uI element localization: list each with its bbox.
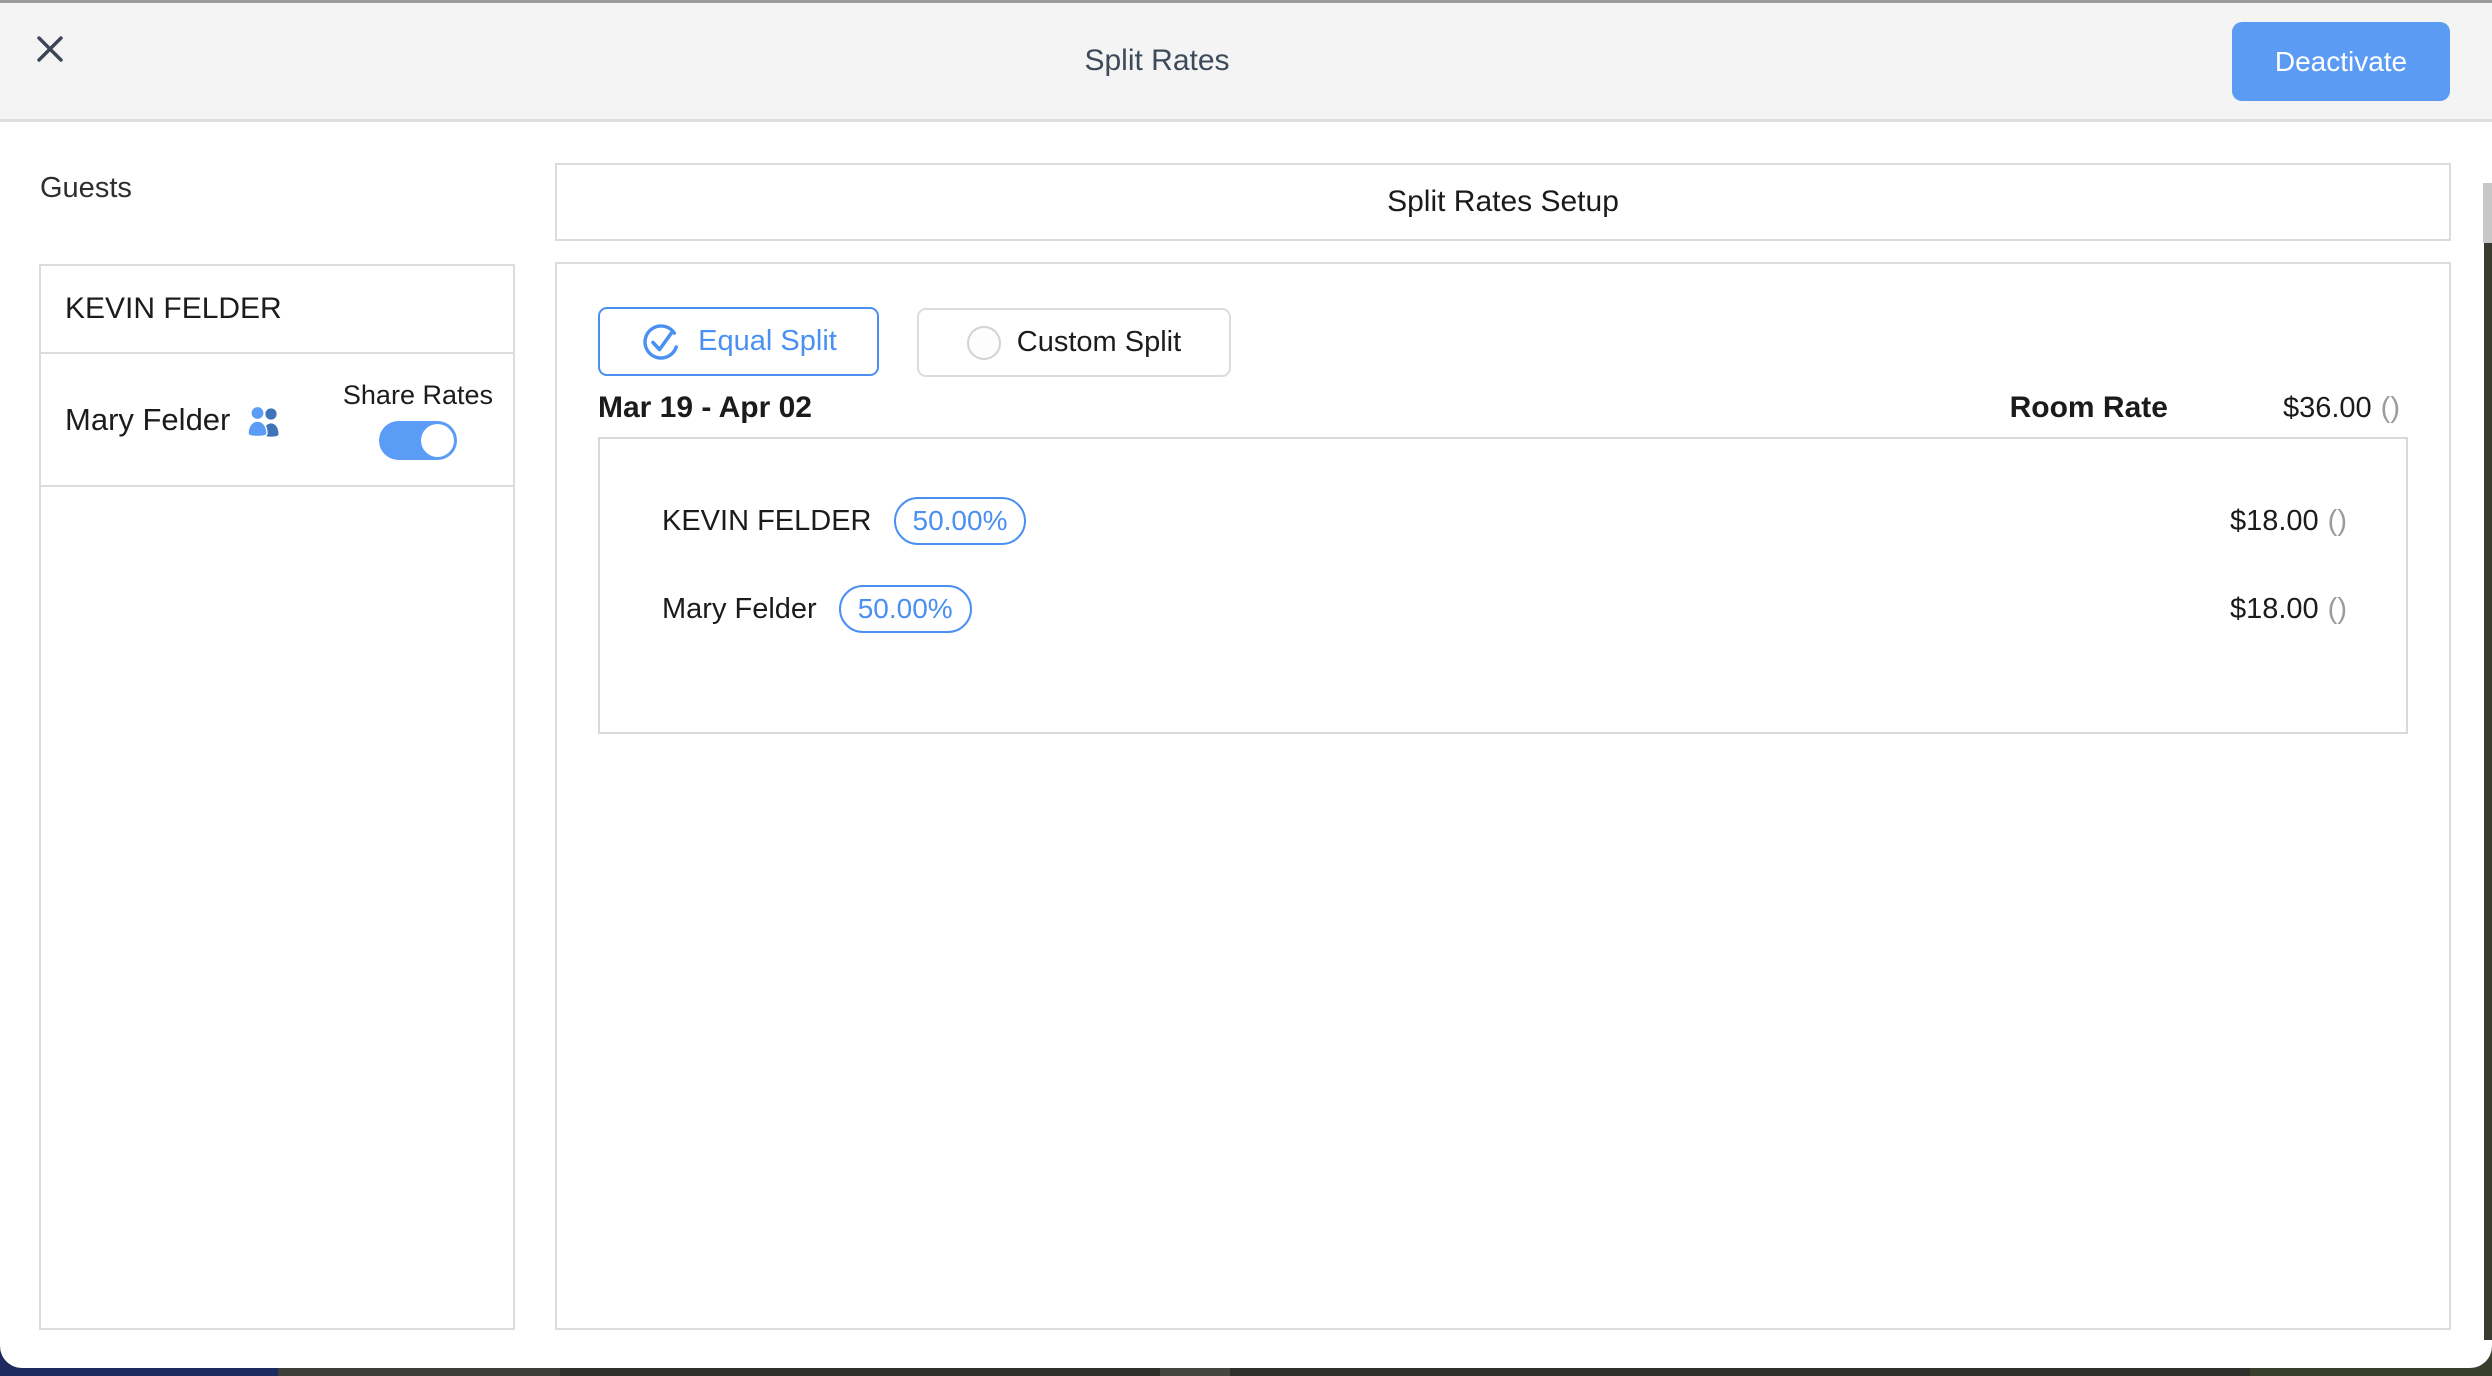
equal-split-label: Equal Split: [698, 325, 837, 358]
modal-bottom-rounded-edge: [0, 1340, 2492, 1368]
room-rate-suffix: (): [2381, 392, 2400, 425]
split-rates-modal: Split Rates Deactivate Guests KEVIN FELD…: [0, 0, 2492, 1376]
modal-title: Split Rates: [1084, 44, 1229, 78]
custom-split-label: Custom Split: [1017, 326, 1181, 359]
check-circle-icon: [640, 321, 682, 363]
guest-name: Mary Felder: [65, 402, 230, 438]
guest-split-box: KEVIN FELDER 50.00% $18.00 () Mary Felde…: [598, 437, 2408, 734]
date-range: Mar 19 - Apr 02: [598, 391, 812, 425]
rate-summary-row: Mar 19 - Apr 02 Room Rate $36.00 (): [598, 385, 2400, 431]
setup-title-bar: Split Rates Setup: [555, 163, 2451, 241]
equal-split-button[interactable]: Equal Split: [598, 307, 879, 376]
split-amount: $18.00: [2230, 593, 2319, 626]
share-rates-toggle[interactable]: [379, 421, 457, 460]
split-rates-setup-panel: Equal Split Custom Split Mar 19 - Apr 02…: [555, 262, 2451, 1330]
primary-guest-name: KEVIN FELDER: [65, 292, 282, 326]
guests-list: KEVIN FELDER Mary Felder: [39, 264, 515, 1330]
setup-title: Split Rates Setup: [1387, 185, 1619, 219]
guest-split-row: KEVIN FELDER 50.00% $18.00 (): [662, 495, 2347, 547]
shared-guests-icon: [244, 403, 284, 437]
background-right-edge: [2484, 183, 2492, 1376]
percent-pill[interactable]: 50.00%: [894, 497, 1027, 545]
toggle-knob: [421, 424, 454, 457]
close-button[interactable]: [28, 27, 72, 71]
background-right-scrollbar: [2483, 183, 2492, 243]
split-amount-suffix: (): [2328, 593, 2347, 626]
share-rates-label: Share Rates: [343, 380, 493, 411]
percent-pill[interactable]: 50.00%: [839, 585, 972, 633]
guests-section-label: Guests: [40, 172, 132, 205]
deactivate-button[interactable]: Deactivate: [2232, 22, 2450, 101]
guest-split-row: Mary Felder 50.00% $18.00 (): [662, 583, 2347, 635]
radio-circle-icon: [967, 326, 1001, 360]
split-guest-name: KEVIN FELDER: [662, 505, 872, 538]
custom-split-button[interactable]: Custom Split: [917, 308, 1231, 377]
guest-item[interactable]: Mary Felder Share Rates: [41, 354, 513, 487]
split-amount: $18.00: [2230, 505, 2319, 538]
room-rate-label: Room Rate: [2010, 391, 2168, 425]
x-icon: [35, 34, 65, 64]
primary-guest-item[interactable]: KEVIN FELDER: [41, 266, 513, 354]
split-amount-suffix: (): [2328, 505, 2347, 538]
split-guest-name: Mary Felder: [662, 593, 817, 626]
room-rate-value: $36.00: [2283, 392, 2372, 425]
modal-header: Split Rates Deactivate: [0, 3, 2492, 122]
